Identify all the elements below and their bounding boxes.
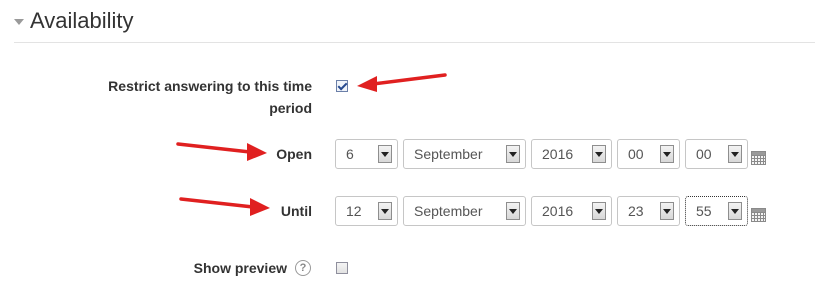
availability-section-header[interactable]: Availability (14, 5, 134, 37)
until-hour-select[interactable]: 23 (617, 196, 680, 226)
until-minute-select[interactable]: 55 (685, 196, 748, 226)
dropdown-arrow-icon (592, 145, 606, 163)
restrict-answering-checkbox[interactable] (336, 80, 348, 92)
dropdown-arrow-icon (378, 202, 392, 220)
dropdown-arrow-icon (728, 202, 742, 220)
until-day-select[interactable]: 12 (335, 196, 398, 226)
dropdown-arrow-icon (506, 202, 520, 220)
restrict-answering-label: Restrict answering to this time period (108, 78, 312, 116)
dropdown-arrow-icon (592, 202, 606, 220)
annotation-arrow-icon (176, 142, 267, 161)
open-minute-select[interactable]: 00 (685, 139, 748, 169)
show-preview-checkbox[interactable] (336, 262, 348, 274)
until-month-select[interactable]: September (403, 196, 526, 226)
annotation-arrow-icon (357, 73, 447, 92)
open-year-select[interactable]: 2016 (531, 139, 612, 169)
open-hour-select[interactable]: 00 (617, 139, 680, 169)
section-divider (14, 42, 815, 43)
until-year-select[interactable]: 2016 (531, 196, 612, 226)
dropdown-arrow-icon (506, 145, 520, 163)
show-preview-label: Show preview (193, 260, 287, 276)
open-day-select[interactable]: 6 (335, 139, 398, 169)
dropdown-arrow-icon (660, 145, 674, 163)
section-title: Availability (30, 8, 134, 33)
dropdown-arrow-icon (728, 145, 742, 163)
until-date-selector: 12 September 2016 23 55 (0, 196, 815, 226)
help-icon[interactable]: ? (295, 260, 311, 276)
annotation-arrow-icon (179, 197, 270, 216)
open-date-selector: 6 September 2016 00 00 (0, 139, 815, 169)
open-calendar-icon[interactable] (751, 151, 766, 165)
dropdown-arrow-icon (378, 145, 392, 163)
collapse-caret-icon[interactable] (14, 19, 24, 25)
until-calendar-icon[interactable] (751, 208, 766, 222)
dropdown-arrow-icon (660, 202, 674, 220)
open-month-select[interactable]: September (403, 139, 526, 169)
